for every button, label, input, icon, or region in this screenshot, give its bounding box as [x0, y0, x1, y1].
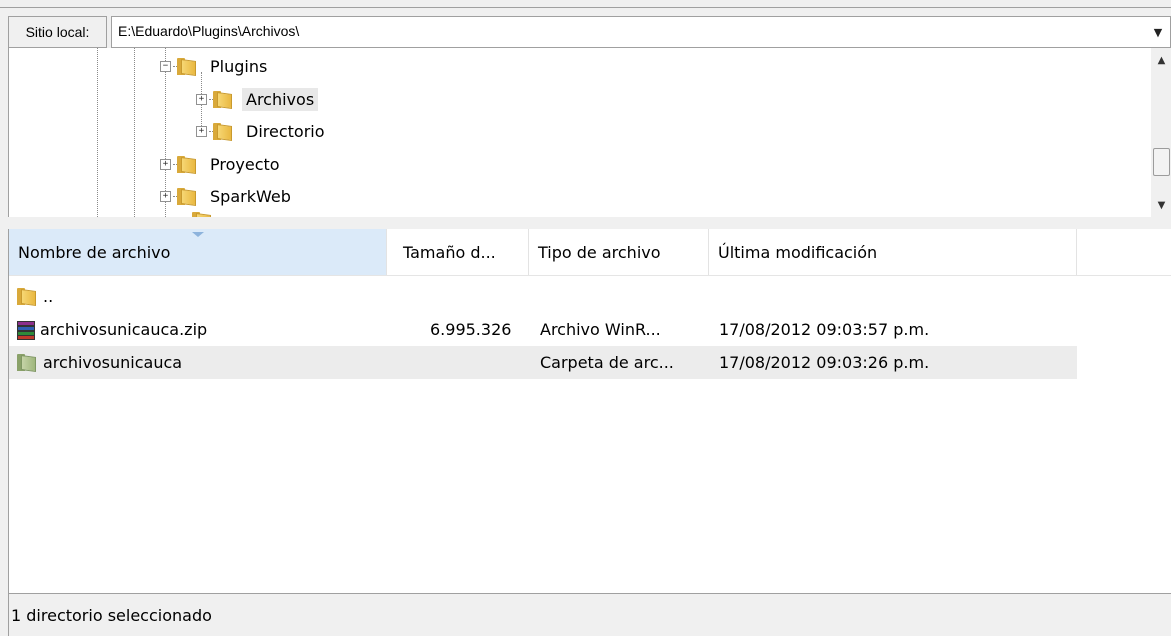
status-bar: 1 directorio seleccionado [8, 593, 1171, 636]
tree-node-label: Archivos [242, 87, 319, 111]
window-top-border [0, 0, 1171, 9]
tree-guide-line [97, 48, 98, 217]
folder-icon [213, 122, 233, 141]
scroll-up-icon[interactable]: ▲ [1151, 50, 1171, 70]
column-header-label: Nombre de archivo [18, 242, 171, 262]
scroll-down-icon[interactable]: ▼ [1151, 195, 1171, 215]
local-site-label: Sitio local: [8, 16, 107, 48]
local-site-bar: Sitio local: E:\Eduardo\Plugins\Archivos… [8, 16, 1171, 48]
folder-icon [17, 288, 37, 307]
column-header-modified[interactable]: Última modificación [709, 229, 1077, 275]
file-name: archivosunicauca.zip [40, 320, 208, 339]
local-site-path-combo[interactable]: E:\Eduardo\Plugins\Archivos\ ▼ [111, 16, 1171, 48]
column-header-size[interactable]: Tamaño d... [387, 229, 529, 275]
winrar-archive-icon [16, 320, 36, 340]
folder-icon [177, 187, 197, 206]
expand-icon[interactable]: + [160, 190, 171, 202]
expand-icon[interactable]: + [196, 125, 207, 137]
tree-guide-line [134, 48, 135, 217]
column-header-label: Tipo de archivo [538, 242, 661, 262]
file-name-cell: archivosunicauca.zip [16, 313, 207, 346]
file-row[interactable]: archivosunicauca.zip 6.995.326 Archivo W… [9, 313, 1077, 346]
tree-node-directorio[interactable]: + Directorio [196, 116, 329, 146]
column-header-label: Última modificación [718, 242, 878, 262]
file-size-cell: 6.995.326 [430, 320, 512, 339]
tree-node-archivos[interactable]: + Archivos [196, 84, 319, 114]
tree-node-sparkweb[interactable]: + SparkWeb [160, 181, 295, 211]
expand-icon[interactable]: + [196, 93, 207, 105]
compressed-folder-icon [17, 354, 37, 373]
file-name: .. [43, 287, 54, 306]
tree-node-proyecto[interactable]: + Proyecto [160, 149, 284, 179]
file-name: archivosunicauca [43, 353, 183, 372]
chevron-down-icon[interactable]: ▼ [1146, 17, 1170, 47]
file-list-header: Nombre de archivo Tamaño d... Tipo de ar… [9, 229, 1171, 276]
scrollbar-thumb[interactable] [1153, 148, 1170, 176]
column-header-label: Tamaño d... [403, 242, 496, 262]
tree-node-plugins[interactable]: − Plugins [160, 51, 271, 81]
sort-indicator-icon [192, 232, 204, 237]
file-row[interactable]: archivosunicauca Carpeta de arc... 17/08… [9, 346, 1077, 379]
folder-icon [213, 90, 233, 109]
local-directory-tree[interactable]: − Plugins + Archivos + Directorio + Proy… [8, 48, 1171, 217]
tree-node-label: SparkWeb [210, 186, 291, 206]
local-site-path-value[interactable]: E:\Eduardo\Plugins\Archivos\ [118, 23, 299, 39]
expand-icon[interactable]: + [160, 158, 171, 170]
file-name-cell: .. [17, 280, 53, 313]
tree-node-label: Plugins [210, 56, 268, 76]
column-header-type[interactable]: Tipo de archivo [529, 229, 709, 275]
file-modified-cell: 17/08/2012 09:03:26 p.m. [719, 353, 930, 372]
tree-node-label: Proyecto [210, 154, 280, 174]
file-type-cell: Archivo WinR... [540, 320, 661, 339]
local-file-list[interactable]: Nombre de archivo Tamaño d... Tipo de ar… [8, 229, 1171, 593]
file-row[interactable]: .. [9, 280, 1077, 313]
folder-icon [177, 155, 197, 174]
file-modified-cell: 17/08/2012 09:03:57 p.m. [719, 320, 930, 339]
folder-icon [177, 57, 197, 76]
tree-node-label: Directorio [246, 121, 325, 141]
pane-splitter[interactable] [0, 217, 1171, 229]
status-text: 1 directorio seleccionado [11, 606, 212, 625]
file-type-cell: Carpeta de arc... [540, 353, 674, 372]
file-name-cell: archivosunicauca [17, 346, 182, 379]
collapse-icon[interactable]: − [160, 60, 171, 72]
tree-vertical-scrollbar[interactable]: ▲ ▼ [1151, 48, 1171, 217]
